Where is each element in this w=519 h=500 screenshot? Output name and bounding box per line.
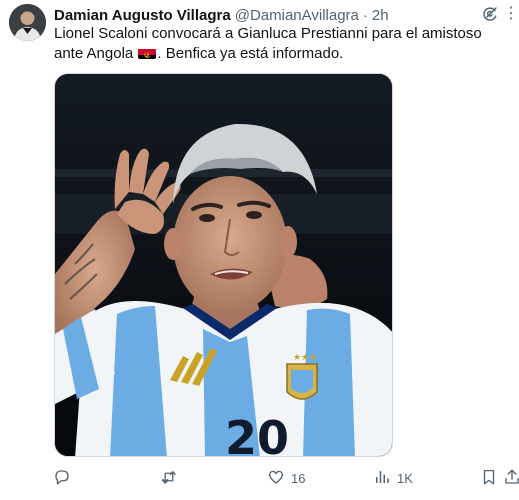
separator-dot: · — [362, 6, 368, 24]
jersey-number: 20 — [225, 411, 289, 457]
angola-flag-icon — [138, 47, 157, 59]
retweet-icon — [160, 468, 178, 489]
tweet[interactable]: Damian Augusto Villagra @DamianAvillagra… — [0, 0, 519, 500]
grok-icon[interactable] — [481, 5, 499, 23]
tweet-text-part-2: . Benfica ya está informado. — [157, 45, 344, 62]
bookmark-icon — [480, 468, 498, 489]
reply-icon — [53, 468, 71, 489]
like-button[interactable]: 16 — [267, 466, 305, 490]
tweet-header: Damian Augusto Villagra @DamianAvillagra… — [54, 5, 479, 25]
tweet-text: Lionel Scaloni convocará a Gianluca Pres… — [54, 24, 509, 64]
like-count: 16 — [291, 470, 306, 486]
bookmark-button[interactable] — [480, 466, 498, 490]
player-photo: ★★★ 20 — [55, 74, 392, 457]
reply-button[interactable] — [53, 466, 71, 490]
tweet-action-bar: 16 1K — [0, 466, 519, 490]
author-display-name[interactable]: Damian Augusto Villagra — [54, 7, 231, 24]
heart-icon — [267, 468, 285, 489]
views-count: 1K — [397, 470, 413, 486]
tweet-timestamp[interactable]: 2h — [372, 7, 389, 24]
retweet-button[interactable] — [160, 466, 178, 490]
avatar-image — [9, 4, 46, 41]
tweet-media-photo[interactable]: ★★★ 20 — [54, 73, 393, 457]
views-icon — [373, 468, 391, 489]
more-options-icon[interactable]: ⋮ — [503, 5, 519, 23]
avatar[interactable] — [9, 4, 46, 41]
share-icon — [503, 468, 519, 489]
share-button[interactable] — [503, 466, 519, 490]
svg-text:★★★: ★★★ — [293, 353, 317, 363]
views-button[interactable]: 1K — [373, 466, 413, 490]
author-handle[interactable]: @DamianAvillagra — [235, 7, 359, 24]
